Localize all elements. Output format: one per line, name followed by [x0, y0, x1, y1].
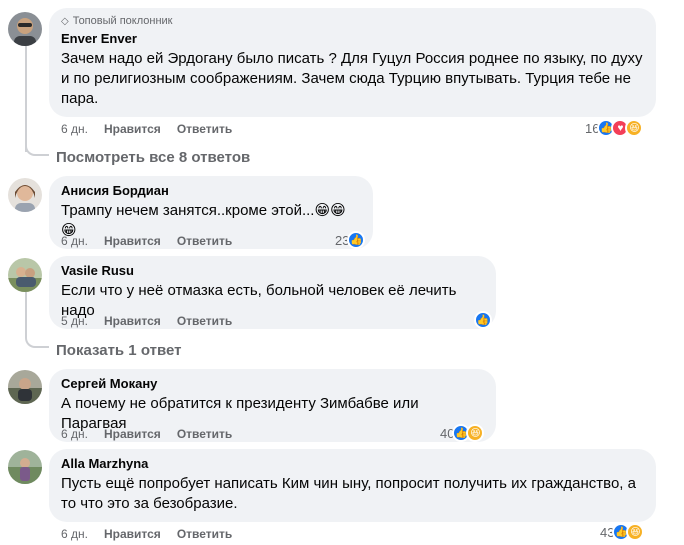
comment-text: Пусть ещё попробует написать Ким чин ыну… [61, 475, 636, 512]
avatar[interactable] [8, 370, 42, 404]
avatar[interactable] [8, 12, 42, 46]
reactions-summary[interactable]: 16 👍 ♥ 😆 [585, 119, 644, 137]
comment-actions: 6 дн. Нравится Ответить [61, 427, 248, 441]
comment-time[interactable]: 5 дн. [61, 314, 88, 328]
badge-label: Топовый поклонник [72, 15, 173, 27]
thread-elbow [25, 338, 49, 348]
comment-actions: 6 дн. Нравится Ответить [61, 234, 248, 248]
reply-button[interactable]: Ответить [177, 314, 232, 328]
comment-text: Зачем надо ей Эрдогану было писать ? Для… [61, 50, 643, 107]
avatar[interactable] [8, 178, 42, 212]
like-button[interactable]: Нравится [104, 234, 161, 248]
thread-elbow [25, 146, 49, 156]
comment-bubble: ◇ Топовый поклонник Enver Enver Зачем над… [49, 8, 656, 117]
reactions-summary[interactable]: 43 👍 😆 [600, 523, 645, 541]
comment-time[interactable]: 6 дн. [61, 527, 88, 541]
like-icon: 👍 [474, 311, 492, 329]
comment-actions: 6 дн. Нравится Ответить [61, 122, 248, 136]
reactions-summary[interactable]: 👍 [474, 311, 492, 329]
reactions-summary[interactable]: 23 👍 [335, 231, 366, 249]
like-button[interactable]: Нравится [104, 314, 161, 328]
top-fan-badge: ◇ Топовый поклонник [61, 15, 644, 27]
haha-icon: 😆 [466, 424, 485, 442]
thread-line [25, 46, 27, 152]
comment-author[interactable]: Сергей Мокану [61, 376, 484, 392]
avatar[interactable] [8, 450, 42, 484]
like-button[interactable]: Нравится [104, 527, 161, 541]
diamond-icon: ◇ [61, 15, 69, 27]
thread-line [25, 292, 27, 338]
like-icon: 👍 [347, 231, 366, 249]
reply-button[interactable]: Ответить [177, 234, 232, 248]
comment-bubble: Alla Marzhyna Пусть ещё попробует написа… [49, 449, 656, 522]
avatar[interactable] [8, 258, 42, 292]
reply-button[interactable]: Ответить [177, 527, 232, 541]
reactions-summary[interactable]: 40 👍 😆 [440, 424, 485, 442]
like-button[interactable]: Нравится [104, 427, 161, 441]
haha-icon: 😆 [626, 523, 645, 541]
comment-time[interactable]: 6 дн. [61, 122, 88, 136]
like-button[interactable]: Нравится [104, 122, 161, 136]
show-replies-link[interactable]: Показать 1 ответ [56, 342, 181, 359]
comment-author[interactable]: Анисия Бордиан [61, 183, 361, 199]
comment-actions: 5 дн. Нравится Ответить [61, 314, 248, 328]
reply-button[interactable]: Ответить [177, 122, 232, 136]
haha-icon: 😆 [625, 119, 644, 137]
view-replies-link[interactable]: Посмотреть все 8 ответов [56, 149, 250, 166]
comment-actions: 6 дн. Нравится Ответить [61, 527, 248, 541]
reply-button[interactable]: Ответить [177, 427, 232, 441]
comment-time[interactable]: 6 дн. [61, 427, 88, 441]
comment-author[interactable]: Enver Enver [61, 31, 644, 47]
comment-author[interactable]: Vasile Rusu [61, 263, 484, 279]
comment-author[interactable]: Alla Marzhyna [61, 456, 644, 472]
comment-time[interactable]: 6 дн. [61, 234, 88, 248]
